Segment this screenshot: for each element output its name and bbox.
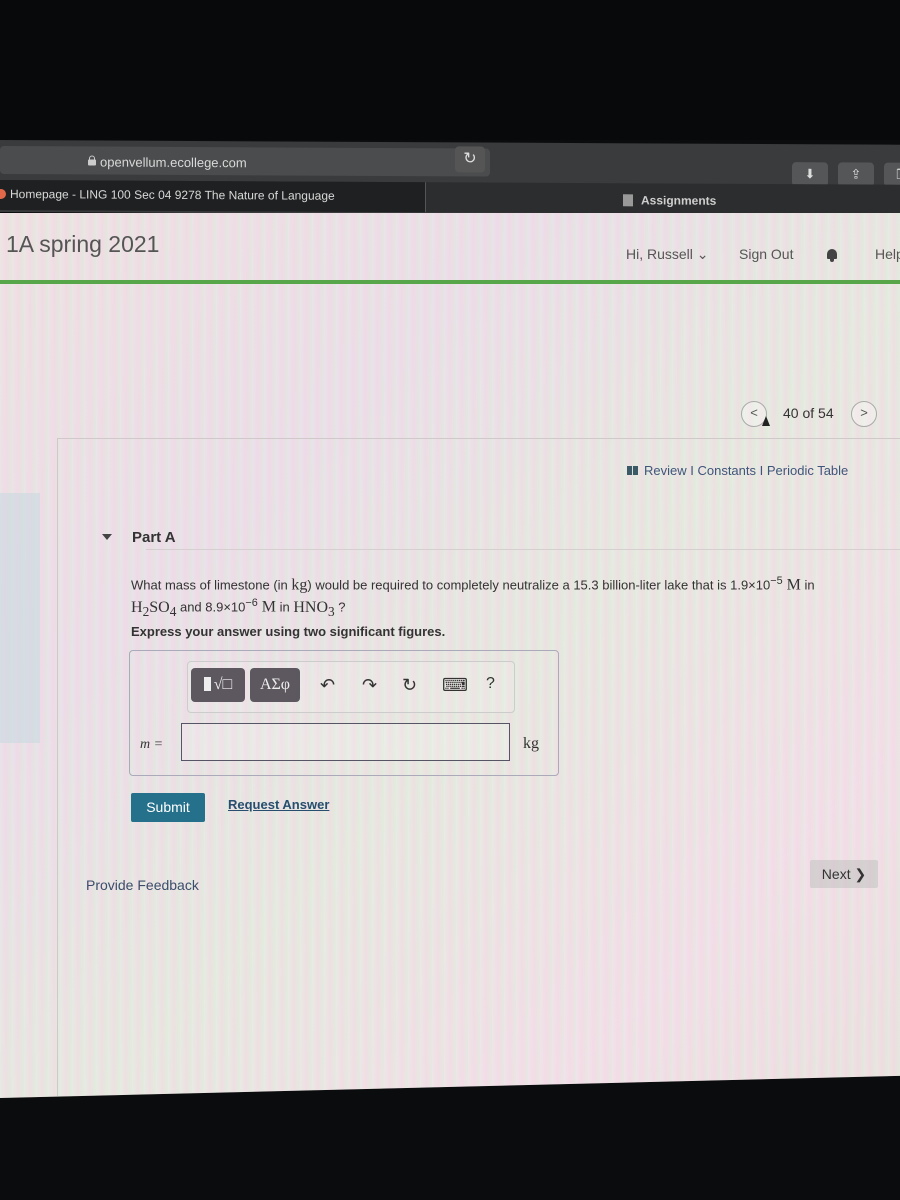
reload-icon[interactable]: ↻: [455, 146, 485, 173]
variable-label: m =: [140, 737, 164, 752]
dark-surround: [0, 0, 900, 140]
submit-button[interactable]: Submit: [131, 793, 205, 822]
bookmark-label: Assignments: [641, 193, 717, 208]
next-question-button[interactable]: >: [851, 401, 877, 427]
block-icon: [203, 677, 211, 691]
tab-bar: Homepage - LING 100 Sec 04 9278 The Natu…: [0, 180, 900, 215]
sign-out-link[interactable]: Sign Out: [739, 246, 793, 262]
constants-link[interactable]: Constants: [697, 463, 756, 478]
question-text: What mass of limestone (in kg) would be …: [131, 575, 815, 619]
part-a-header[interactable]: Part A: [102, 529, 176, 546]
part-title: Part A: [132, 529, 176, 546]
undo-icon[interactable]: ↶: [320, 675, 335, 696]
left-panel: [0, 493, 40, 743]
redo-icon[interactable]: ↷: [362, 675, 377, 696]
reset-icon[interactable]: ↻: [402, 675, 417, 696]
periodic-table-link[interactable]: Periodic Table: [767, 463, 848, 478]
bell-icon[interactable]: [826, 249, 838, 262]
unit-label: kg: [523, 735, 539, 752]
tab-title: Homepage - LING 100 Sec 04 9278 The Natu…: [10, 187, 335, 203]
greek-symbols-button[interactable]: ΑΣφ: [250, 668, 300, 702]
share-icon[interactable]: ⇪: [838, 162, 874, 187]
next-button[interactable]: Next ❯: [810, 860, 878, 888]
header-accent-rule: [0, 280, 900, 284]
request-answer-link[interactable]: Request Answer: [228, 797, 329, 812]
separator: I: [756, 463, 767, 478]
bookmark-assignments[interactable]: Assignments: [623, 193, 717, 208]
answer-box: √□ ΑΣφ ↶ ↷ ↻ ⌨ ? m = kg: [129, 650, 559, 776]
favicon-icon: [0, 188, 6, 200]
question-position: 40 of 54: [783, 405, 834, 421]
bookmark-folder-icon: [623, 194, 633, 207]
browser-chrome: openvellum.ecollege.com ↻ ⬇ ⇪ ❐ Homepage…: [0, 140, 900, 217]
book-icon: [627, 466, 638, 475]
templates-button[interactable]: √□: [191, 668, 245, 702]
course-title: 1A spring 2021: [6, 231, 160, 257]
address-bar[interactable]: openvellum.ecollege.com: [0, 146, 490, 177]
tab-homepage[interactable]: Homepage - LING 100 Sec 04 9278 The Natu…: [0, 180, 426, 213]
mouse-cursor-icon: [762, 416, 770, 426]
tabs-overview-icon[interactable]: ❐: [884, 162, 900, 187]
review-link[interactable]: Review: [644, 463, 687, 478]
collapse-caret-icon[interactable]: [102, 534, 112, 540]
resource-links: Review I Constants I Periodic Table: [627, 463, 848, 478]
download-icon[interactable]: ⬇: [792, 162, 828, 187]
page: 1A spring 2021 Hi, Russell ⌄ Sign Out He…: [0, 213, 900, 1098]
provide-feedback-link[interactable]: Provide Feedback: [86, 877, 199, 893]
separator: I: [686, 463, 698, 478]
keyboard-icon[interactable]: ⌨: [442, 675, 468, 696]
lock-icon: [88, 155, 96, 166]
math-toolbar: √□ ΑΣφ ↶ ↷ ↻ ⌨ ?: [187, 661, 515, 713]
help-link[interactable]: Help: [875, 246, 900, 262]
instruction: Express your answer using two significan…: [131, 624, 446, 639]
divider: [146, 549, 900, 550]
help-icon[interactable]: ?: [486, 675, 495, 693]
url-text: openvellum.ecollege.com: [100, 154, 247, 171]
radical-icon: √□: [213, 676, 233, 693]
answer-input[interactable]: [181, 723, 510, 761]
user-menu[interactable]: Hi, Russell ⌄: [626, 246, 709, 263]
